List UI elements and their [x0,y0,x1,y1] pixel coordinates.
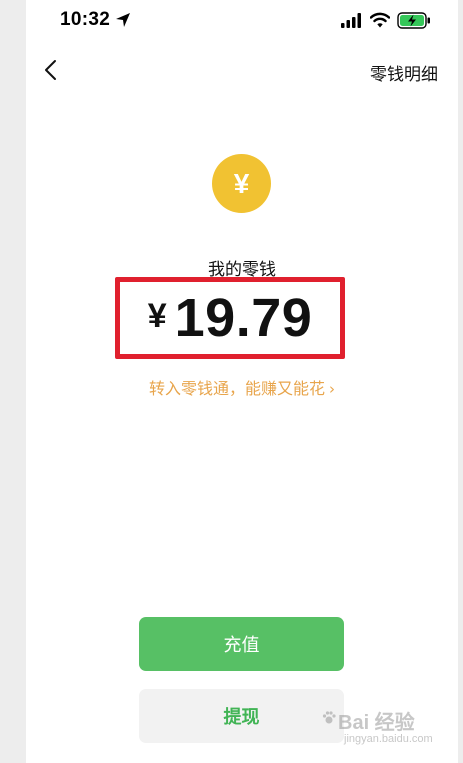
location-arrow-icon [116,13,130,27]
wallet-screen: 10:32 零钱明细 ¥ 我的零钱 ¥ 19.79 转入零钱通，能赚又能花› [26,0,458,763]
chevron-left-icon [45,60,56,80]
wifi-icon [370,12,390,28]
promo-text: 转入零钱通，能赚又能花 [148,379,325,398]
chevron-right-icon: › [329,380,335,398]
back-button[interactable] [36,56,64,84]
status-time: 10:32 [60,9,111,30]
battery-charging-icon [397,12,430,29]
coin-icon: ¥ [212,154,271,213]
withdraw-button[interactable]: 提现 [139,689,344,743]
highlight-annotation [115,277,345,359]
cellular-signal-icon [341,13,361,28]
recharge-button[interactable]: 充值 [139,617,344,671]
balance-details-link[interactable]: 零钱明细 [370,60,438,85]
promo-link[interactable]: 转入零钱通，能赚又能花 › [26,375,458,399]
coin-symbol: ¥ [233,167,250,199]
